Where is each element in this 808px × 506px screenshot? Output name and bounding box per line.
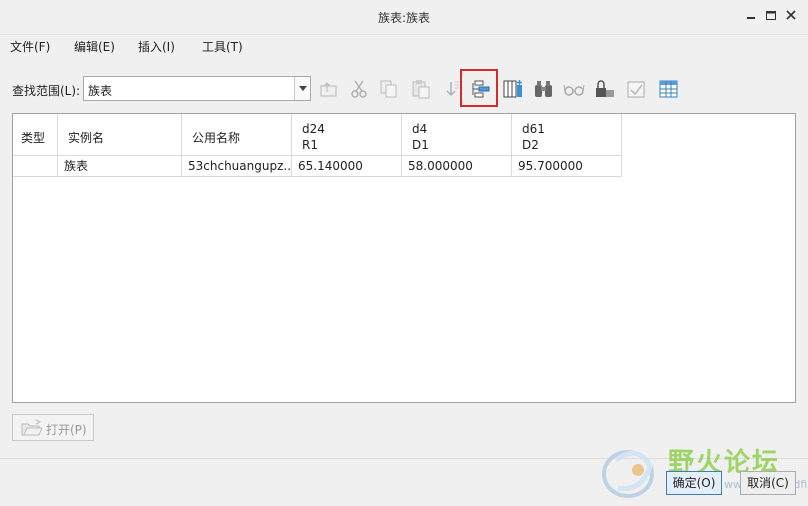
add-column-icon[interactable] xyxy=(502,78,524,100)
lock-icon[interactable] xyxy=(594,78,616,100)
menu-tools[interactable]: 工具(T) xyxy=(202,38,243,55)
search-scope-dropdown[interactable]: 族表 xyxy=(83,76,311,101)
table-cell-type[interactable] xyxy=(13,156,58,177)
copy-icon[interactable] xyxy=(378,78,400,100)
menu-bar: 文件(F) 编辑(E) 插入(I) 工具(T) xyxy=(0,35,808,57)
preview-icon[interactable] xyxy=(563,78,585,100)
search-scope-label: 查找范围(L): xyxy=(12,84,81,98)
header-label: 类型 xyxy=(21,131,46,145)
verify-icon[interactable] xyxy=(626,78,648,100)
search-scope-value: 族表 xyxy=(88,84,113,98)
column-header-common-name[interactable]: 公用名称 xyxy=(182,114,292,156)
maximize-button[interactable] xyxy=(764,8,778,24)
table-icon[interactable] xyxy=(658,78,680,100)
menu-insert[interactable]: 插入(I) xyxy=(138,38,175,55)
column-header-d61[interactable]: d61 D2 xyxy=(512,114,622,156)
up-level-icon[interactable] xyxy=(318,78,340,100)
highlight-box xyxy=(460,69,498,107)
header-symbol: R1 xyxy=(302,138,318,152)
header-symbol: D1 xyxy=(412,138,429,152)
column-header-instance-name[interactable]: 实例名 xyxy=(58,114,182,156)
header-param: d61 xyxy=(522,122,545,136)
cancel-button[interactable]: 取消(C) xyxy=(740,471,796,495)
folder-open-icon xyxy=(21,419,43,440)
header-symbol: D2 xyxy=(522,138,539,152)
table-cell-instance-name[interactable]: 族表 xyxy=(58,156,182,177)
open-button-label: 打开(P) xyxy=(46,423,87,437)
close-button[interactable] xyxy=(784,8,798,24)
minimize-button[interactable] xyxy=(744,8,758,24)
footer-divider xyxy=(0,458,808,459)
column-header-d4[interactable]: d4 D1 xyxy=(402,114,512,156)
title-bar: 族表:族表 xyxy=(0,0,808,35)
menu-file[interactable]: 文件(F) xyxy=(10,38,50,55)
column-header-type[interactable]: 类型 xyxy=(13,114,58,156)
column-header-d24[interactable]: d24 R1 xyxy=(292,114,402,156)
table-cell-d61[interactable]: 95.700000 xyxy=(512,156,622,177)
menu-edit[interactable]: 编辑(E) xyxy=(74,38,115,55)
window-title: 族表:族表 xyxy=(377,11,431,25)
family-table[interactable]: 类型 实例名 公用名称 d24 R1 d4 D1 d61 D2 族表 53chc… xyxy=(12,113,796,403)
chevron-down-icon xyxy=(299,86,307,91)
header-label: 公用名称 xyxy=(192,131,241,145)
table-cell-d24[interactable]: 65.140000 xyxy=(292,156,402,177)
table-cell-d4[interactable]: 58.000000 xyxy=(402,156,512,177)
cut-icon[interactable] xyxy=(348,78,370,100)
table-cell-common-name[interactable]: 53chchuangupz... xyxy=(182,156,292,177)
header-label: 实例名 xyxy=(68,131,105,145)
ok-button[interactable]: 确定(O) xyxy=(666,471,722,495)
paste-icon[interactable] xyxy=(410,78,432,100)
header-param: d4 xyxy=(412,122,428,136)
paste-down-icon[interactable] xyxy=(440,78,462,100)
find-icon[interactable] xyxy=(533,78,555,100)
open-button[interactable]: 打开(P) xyxy=(12,414,94,441)
dropdown-button[interactable] xyxy=(294,77,310,100)
header-param: d24 xyxy=(302,122,325,136)
